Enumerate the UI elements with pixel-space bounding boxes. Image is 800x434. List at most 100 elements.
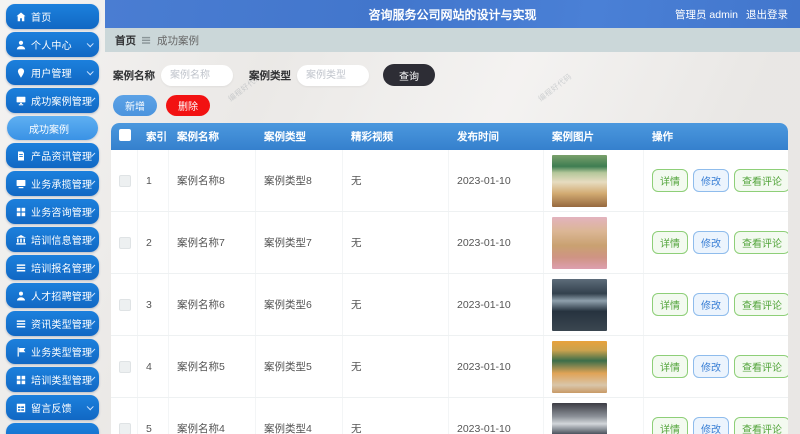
grid-icon xyxy=(16,207,26,217)
row-checkbox[interactable] xyxy=(119,237,131,249)
row-checkbox[interactable] xyxy=(119,423,131,434)
sidebar-item-training-signup[interactable]: 培训报名管理 xyxy=(6,255,99,280)
sidebar-item-label: 培训信息管理 xyxy=(31,232,92,247)
case-name: 案例名称8 xyxy=(169,150,256,211)
sidebar-item-training-type[interactable]: 培训类型管理 xyxy=(6,367,99,392)
cases-table: 索引 案例名称 案例类型 精彩视频 发布时间 案例图片 操作 1 案例名称8 案… xyxy=(111,123,788,434)
edit-button[interactable]: 修改 xyxy=(693,231,729,254)
case-date: 2023-01-10 xyxy=(449,150,544,211)
sidebar-item-business-consult[interactable]: 业务咨询管理 xyxy=(6,199,99,224)
logout-link[interactable]: 退出登录 xyxy=(746,7,788,22)
sidebar-item-label: 人才招聘管理 xyxy=(31,288,92,303)
row-checkbox[interactable] xyxy=(119,361,131,373)
case-type-label: 案例类型 xyxy=(249,68,291,83)
col-header-name: 案例名称 xyxy=(169,129,256,144)
detail-button[interactable]: 详情 xyxy=(652,231,688,254)
case-name-input[interactable] xyxy=(161,65,233,86)
table-row: 3 案例名称6 案例类型6 无 2023-01-10 详情 修改 查看评论 删除 xyxy=(111,274,788,336)
sidebar-item-recruitment[interactable]: 人才招聘管理 xyxy=(6,283,99,308)
add-button[interactable]: 新增 xyxy=(113,95,157,116)
case-video: 无 xyxy=(343,336,449,397)
case-date: 2023-01-10 xyxy=(449,274,544,335)
sidebar-item-label: 首页 xyxy=(31,9,51,24)
case-video: 无 xyxy=(343,150,449,211)
sidebar-item-label: 产品资讯管理 xyxy=(31,148,92,163)
case-type: 案例类型6 xyxy=(256,274,343,335)
case-type-input[interactable] xyxy=(297,65,369,86)
row-index: 1 xyxy=(138,150,169,211)
detail-button[interactable]: 详情 xyxy=(652,293,688,316)
query-button[interactable]: 查询 xyxy=(383,64,435,86)
table-row: 1 案例名称8 案例类型8 无 2023-01-10 详情 修改 查看评论 删除 xyxy=(111,150,788,212)
home-icon xyxy=(16,12,26,22)
view-comments-button[interactable]: 查看评论 xyxy=(734,293,788,316)
col-header-date: 发布时间 xyxy=(449,129,544,144)
case-image xyxy=(552,155,607,207)
case-name: 案例名称6 xyxy=(169,274,256,335)
delete-selected-button[interactable]: 删除 xyxy=(166,95,210,116)
detail-button[interactable]: 详情 xyxy=(652,355,688,378)
watermark-text: 编程好代码 xyxy=(536,71,574,104)
top-header: 咨询服务公司网站的设计与实现 管理员 admin 退出登录 xyxy=(105,0,800,28)
case-image xyxy=(552,279,607,331)
edit-button[interactable]: 修改 xyxy=(693,293,729,316)
edit-button[interactable]: 修改 xyxy=(693,355,729,378)
sidebar-item-business-type[interactable]: 业务类型管理 xyxy=(6,339,99,364)
sidebar-item-home[interactable]: 首页 xyxy=(6,4,99,29)
sidebar-item-news-type[interactable]: 资讯类型管理 xyxy=(6,311,99,336)
sidebar-subitem-success-case[interactable]: 成功案例 xyxy=(7,116,98,140)
sidebar-item-label: 用户管理 xyxy=(31,65,72,80)
detail-button[interactable]: 详情 xyxy=(652,417,688,434)
user-icon xyxy=(16,40,26,50)
case-image xyxy=(552,217,607,269)
bank-icon xyxy=(16,235,26,245)
case-date: 2023-01-10 xyxy=(449,212,544,273)
chevron-down-icon xyxy=(87,40,94,47)
case-date: 2023-01-10 xyxy=(449,398,544,434)
sidebar-item-business-contract[interactable]: 业务承揽管理 xyxy=(6,171,99,196)
sidebar-item-user-mgmt[interactable]: 用户管理 xyxy=(6,60,99,85)
sidebar-item-personal-center[interactable]: 个人中心 xyxy=(6,32,99,57)
table-header-row: 索引 案例名称 案例类型 精彩视频 发布时间 案例图片 操作 xyxy=(111,123,788,150)
row-checkbox[interactable] xyxy=(119,175,131,187)
col-header-type: 案例类型 xyxy=(256,129,343,144)
case-type: 案例类型8 xyxy=(256,150,343,211)
row-index: 2 xyxy=(138,212,169,273)
row-index: 4 xyxy=(138,336,169,397)
sidebar-item-case-mgmt[interactable]: 成功案例管理 xyxy=(6,88,99,113)
select-all-checkbox[interactable] xyxy=(119,129,131,141)
main-area: 咨询服务公司网站的设计与实现 管理员 admin 退出登录 首页 成功案例 编程… xyxy=(105,0,800,434)
breadcrumb-home[interactable]: 首页 xyxy=(115,33,136,48)
current-user-label: 管理员 admin xyxy=(675,7,738,22)
view-comments-button[interactable]: 查看评论 xyxy=(734,355,788,378)
screen-icon xyxy=(16,179,26,189)
view-comments-button[interactable]: 查看评论 xyxy=(734,169,788,192)
breadcrumb-current: 成功案例 xyxy=(157,33,199,48)
case-image xyxy=(552,341,607,393)
col-header-actions: 操作 xyxy=(644,129,788,144)
edit-button[interactable]: 修改 xyxy=(693,417,729,434)
col-header-video: 精彩视频 xyxy=(343,129,449,144)
flag-icon xyxy=(16,347,26,357)
sidebar-item-label: 培训报名管理 xyxy=(31,260,92,275)
case-video: 无 xyxy=(343,274,449,335)
col-header-image: 案例图片 xyxy=(544,129,644,144)
grid-icon xyxy=(16,375,26,385)
sidebar-item-training-info[interactable]: 培训信息管理 xyxy=(6,227,99,252)
view-comments-button[interactable]: 查看评论 xyxy=(734,231,788,254)
sidebar-item-label: 资讯类型管理 xyxy=(31,316,92,331)
sidebar-subitem-label: 成功案例 xyxy=(29,121,69,136)
case-type: 案例类型5 xyxy=(256,336,343,397)
sidebar-item-feedback[interactable]: 留言反馈 xyxy=(6,395,99,420)
edit-button[interactable]: 修改 xyxy=(693,169,729,192)
sidebar-item-partial[interactable] xyxy=(6,423,99,434)
sidebar-item-product-news[interactable]: 产品资讯管理 xyxy=(6,143,99,168)
row-checkbox[interactable] xyxy=(119,299,131,311)
table-row: 5 案例名称4 案例类型4 无 2023-01-10 详情 修改 查看评论 删除 xyxy=(111,398,788,434)
sidebar-item-label: 个人中心 xyxy=(31,37,72,52)
sidebar-item-label: 培训类型管理 xyxy=(31,372,92,387)
detail-button[interactable]: 详情 xyxy=(652,169,688,192)
search-bar: 案例名称 案例类型 查询 xyxy=(113,64,435,86)
view-comments-button[interactable]: 查看评论 xyxy=(734,417,788,434)
case-video: 无 xyxy=(343,398,449,434)
